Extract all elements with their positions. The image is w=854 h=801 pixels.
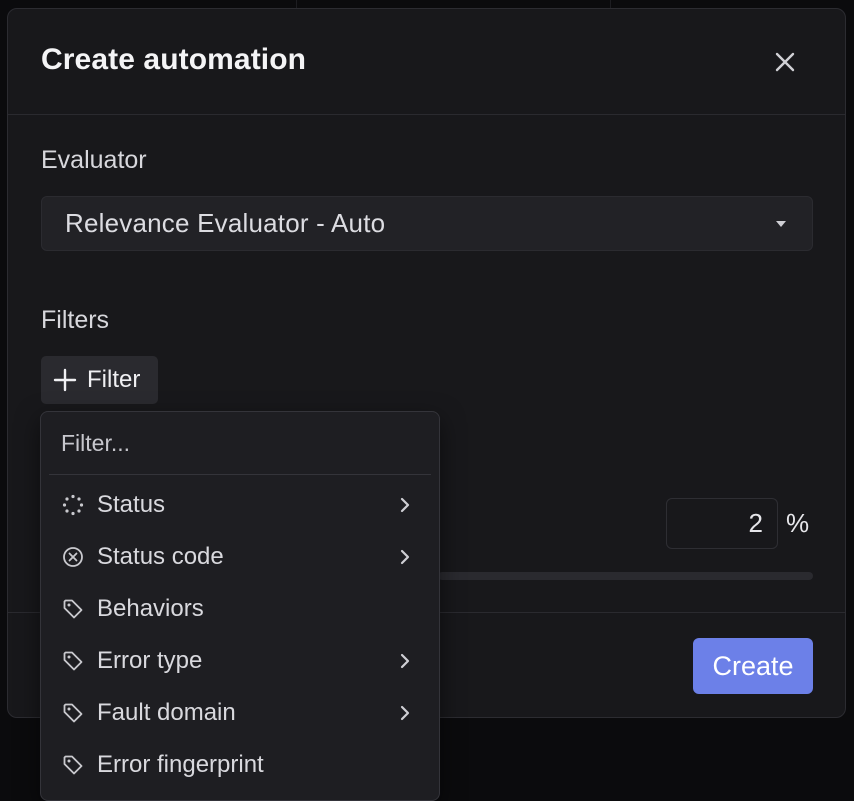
close-button[interactable] [768,45,802,79]
create-button[interactable]: Create [693,638,813,694]
dialog-title: Create automation [41,43,307,76]
menu-item-label: Fault domain [97,699,236,726]
menu-item-label: Status code [97,543,224,570]
evaluator-selected-value: Relevance Evaluator - Auto [65,208,386,238]
chevron-right-icon [400,497,410,513]
sampling-slider[interactable] [438,572,813,580]
evaluator-select[interactable]: Relevance Evaluator - Auto [41,196,813,251]
loading-dots-icon [61,493,85,517]
close-icon [775,52,795,72]
add-filter-label: Filter [87,366,141,393]
menu-item-label: Error type [97,647,203,674]
tag-icon [61,597,85,621]
menu-item-behaviors[interactable]: Behaviors [49,585,431,633]
chevron-right-icon [400,705,410,721]
menu-item-error-fingerprint[interactable]: Error fingerprint [49,741,431,789]
caret-down-icon [776,221,786,227]
tag-icon [61,753,85,777]
add-filter-button[interactable]: Filter [41,356,158,404]
filter-search-input[interactable] [61,430,421,457]
menu-item-status-code[interactable]: Status code [49,533,431,581]
menu-item-label: Error fingerprint [97,751,264,778]
tag-icon [61,701,85,725]
x-circle-icon [61,545,85,569]
menu-item-label: Status [97,491,166,518]
plus-icon [53,368,77,392]
dialog-header: Create automation [8,9,845,115]
backdrop-divider [296,0,297,8]
chevron-right-icon [400,653,410,669]
sampling-unit: % [786,508,810,538]
sampling-rate-input[interactable]: 2 [666,498,778,549]
chevron-right-icon [400,549,410,565]
tag-icon [61,649,85,673]
menu-item-error-type[interactable]: Error type [49,637,431,685]
dropdown-divider [49,474,431,475]
backdrop-divider [610,0,611,8]
evaluator-label: Evaluator [41,146,147,174]
filter-dropdown-menu: Status Status code Behaviors [40,411,440,801]
menu-item-label: Behaviors [97,595,204,622]
filters-label: Filters [41,306,110,334]
menu-item-status[interactable]: Status [49,481,431,529]
menu-item-fault-domain[interactable]: Fault domain [49,689,431,737]
